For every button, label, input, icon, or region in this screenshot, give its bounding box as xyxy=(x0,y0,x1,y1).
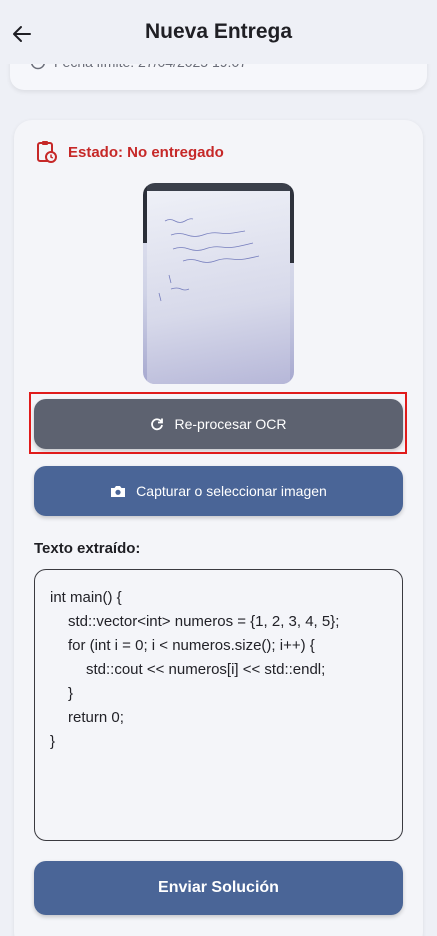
code-line: for (int i = 0; i < numeros.size(); i++)… xyxy=(68,637,315,654)
submit-solution-label: Enviar Solución xyxy=(158,879,279,896)
submission-card: Estado: No entregado Re-procesar OCR Cap… xyxy=(14,120,423,936)
status-row: Estado: No entregado xyxy=(36,140,224,164)
code-line: std::vector<int> numeros = {1, 2, 3, 4, … xyxy=(68,613,340,630)
photo-edge-right xyxy=(290,183,294,263)
clipboard-clock-icon xyxy=(37,141,57,163)
page-title: Nueva Entrega xyxy=(144,20,293,43)
status-text: Estado: No entregado xyxy=(68,143,224,161)
photo-edge-left xyxy=(143,183,147,243)
extracted-text-label: Texto extraído: xyxy=(34,540,141,557)
handwriting-scribble xyxy=(158,218,260,302)
capture-image-label: Capturar o seleccionar imagen xyxy=(136,483,327,499)
code-line: std::cout << numeros[i] << std::endl; xyxy=(86,661,326,678)
submission-photo[interactable] xyxy=(143,183,294,384)
extracted-text-field[interactable]: int main() { std::vector<int> numeros = … xyxy=(34,569,403,841)
camera-icon xyxy=(111,486,126,497)
code-line: int main() { xyxy=(50,589,122,606)
code-line: } xyxy=(68,685,74,702)
capture-image-button[interactable]: Capturar o seleccionar imagen xyxy=(34,466,403,516)
paper-image xyxy=(147,191,290,384)
submit-solution-button[interactable]: Enviar Solución xyxy=(34,861,403,915)
app-bar: Nueva Entrega xyxy=(0,0,437,64)
selection-highlight xyxy=(29,392,407,454)
code-line: } xyxy=(50,733,56,750)
code-line: return 0; xyxy=(68,709,124,726)
